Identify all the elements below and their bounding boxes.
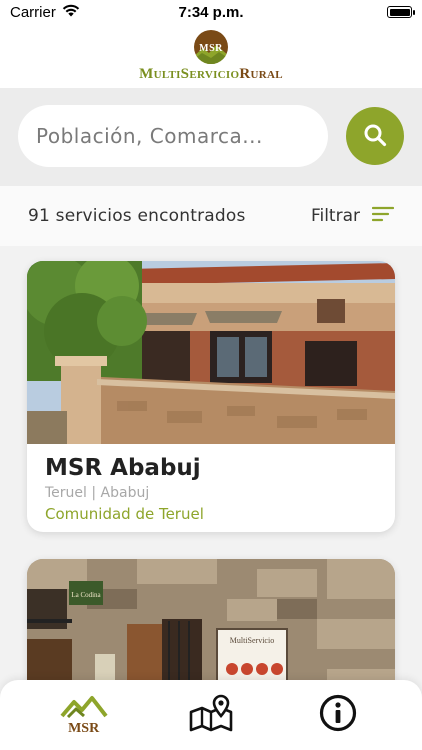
battery-fill bbox=[389, 8, 410, 16]
tab-bar: MSR bbox=[0, 680, 422, 750]
tab-msr-label: MSR bbox=[68, 720, 100, 736]
service-list: MSR Ababuj Teruel | Ababuj Comunidad de … bbox=[0, 246, 422, 750]
battery-icon bbox=[387, 6, 415, 18]
search-area bbox=[0, 88, 422, 186]
app-screen: Carrier 7:34 p.m. MSR MultiServicioRural bbox=[0, 0, 422, 750]
logo-mark-text: MSR bbox=[199, 43, 223, 54]
status-bar: Carrier 7:34 p.m. bbox=[0, 0, 422, 24]
service-photo bbox=[27, 261, 395, 444]
filter-label: Filtrar bbox=[310, 206, 360, 226]
msr-logo-icon bbox=[60, 694, 108, 723]
logo-wordmark: MultiServicioRural bbox=[139, 66, 283, 83]
app-header: MSR MultiServicioRural bbox=[0, 24, 422, 88]
service-title: MSR Ababuj bbox=[45, 455, 201, 481]
filter-button[interactable]: Filtrar bbox=[310, 206, 395, 227]
wifi-icon bbox=[62, 4, 80, 21]
map-pin-icon bbox=[188, 694, 234, 737]
logo-word-1: MultiServicio bbox=[139, 65, 240, 82]
results-count: 91 servicios encontrados bbox=[28, 206, 246, 226]
service-community: Comunidad de Teruel bbox=[45, 505, 204, 523]
card2-sign-text: MultiServicio bbox=[230, 636, 274, 645]
info-circle-icon bbox=[319, 694, 357, 737]
service-card[interactable]: MSR Ababuj Teruel | Ababuj Comunidad de … bbox=[27, 261, 395, 532]
tab-map[interactable] bbox=[171, 687, 251, 743]
msr-logo-mark: MSR bbox=[194, 29, 228, 64]
service-location: Teruel | Ababuj bbox=[45, 485, 150, 501]
results-bar: 91 servicios encontrados Filtrar bbox=[0, 186, 422, 246]
search-icon bbox=[363, 123, 387, 150]
carrier-label: Carrier bbox=[10, 3, 56, 21]
search-input[interactable] bbox=[18, 105, 328, 167]
tab-info[interactable] bbox=[298, 687, 378, 743]
card2-sign-small: La Codina bbox=[71, 591, 101, 599]
search-button[interactable] bbox=[346, 107, 404, 165]
filter-lines-icon bbox=[371, 206, 395, 227]
tab-msr[interactable]: MSR bbox=[44, 687, 124, 743]
status-left: Carrier bbox=[10, 4, 80, 21]
card-body: MSR Ababuj Teruel | Ababuj Comunidad de … bbox=[27, 444, 395, 532]
logo-word-2: Rural bbox=[239, 65, 283, 82]
